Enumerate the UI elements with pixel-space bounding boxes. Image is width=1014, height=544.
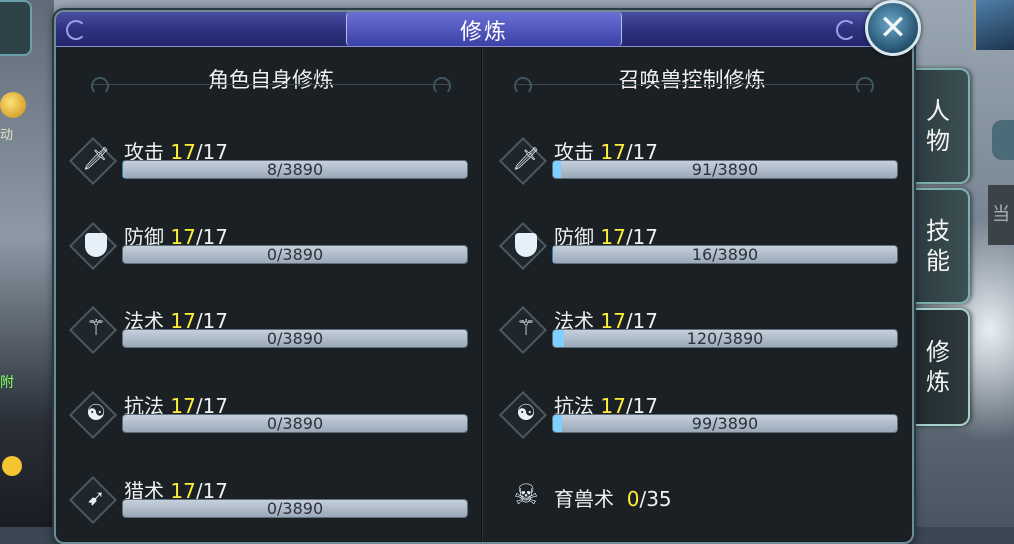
left-hud-strip bbox=[0, 0, 54, 527]
tab-skills[interactable]: 技 能 bbox=[908, 188, 970, 304]
heading-ornament bbox=[514, 77, 874, 99]
self-attack-row[interactable]: 🗡 攻击 17/17 8/3890 bbox=[68, 136, 476, 186]
exp-bar: 0/3890 bbox=[122, 499, 468, 518]
self-hunt-row[interactable]: ➹ 猎术 17/17 0/3890 bbox=[68, 475, 476, 525]
exp-bar: 91/3890 bbox=[552, 160, 898, 179]
self-magic-row[interactable]: ⚚ 法术 17/17 0/3890 bbox=[68, 305, 476, 355]
exp-bar: 99/3890 bbox=[552, 414, 898, 433]
skill-max: /35 bbox=[639, 487, 672, 511]
pet-breeding-row[interactable]: ☠ 育兽术 0/35 bbox=[506, 475, 906, 523]
pet-magic-row[interactable]: ⚚ 法术 17/17 120/3890 bbox=[498, 305, 906, 355]
exp-value: 0/3890 bbox=[266, 329, 324, 348]
right-hud-button[interactable] bbox=[992, 120, 1014, 160]
title-swirl-ornament bbox=[66, 20, 86, 40]
tab-cultivation-label-1: 修 bbox=[926, 338, 950, 366]
exp-value: 8/3890 bbox=[266, 160, 324, 179]
exp-bar: 0/3890 bbox=[122, 245, 468, 264]
exp-value: 91/3890 bbox=[691, 160, 759, 179]
exp-bar: 0/3890 bbox=[122, 414, 468, 433]
exp-value: 0/3890 bbox=[266, 499, 324, 518]
sword-icon: 🗡 bbox=[82, 147, 110, 172]
tab-character[interactable]: 人 物 bbox=[908, 68, 970, 184]
staff-icon: ⚚ bbox=[516, 316, 536, 341]
sword-icon: 🗡 bbox=[512, 147, 540, 172]
yinyang-icon: ☯ bbox=[516, 401, 536, 426]
column-divider bbox=[481, 48, 482, 542]
yinyang-icon: ☯ bbox=[86, 401, 106, 426]
shield-icon bbox=[78, 227, 114, 263]
close-icon: ✕ bbox=[878, 8, 908, 48]
left-green-text: 附 bbox=[0, 375, 14, 391]
exp-value: 16/3890 bbox=[691, 245, 759, 264]
exp-bar: 0/3890 bbox=[122, 329, 468, 348]
tab-cultivation[interactable]: 修 炼 bbox=[908, 308, 970, 426]
right-hud-label: 当 bbox=[988, 185, 1014, 245]
staff-icon: ⚚ bbox=[86, 316, 106, 341]
exp-value: 0/3890 bbox=[266, 245, 324, 264]
heading-ornament bbox=[91, 77, 451, 99]
pet-attack-row[interactable]: 🗡 攻击 17/17 91/3890 bbox=[498, 136, 906, 186]
title-plate: 修炼 bbox=[346, 12, 622, 46]
self-defense-row[interactable]: 防御 17/17 0/3890 bbox=[68, 221, 476, 271]
skill-label: 育兽术 0/35 bbox=[554, 483, 672, 512]
exp-bar: 16/3890 bbox=[552, 245, 898, 264]
panel-title: 修炼 bbox=[459, 20, 508, 45]
activity-coin-icon[interactable] bbox=[0, 92, 26, 118]
close-button[interactable]: ✕ bbox=[865, 0, 921, 56]
tab-cultivation-label-2: 炼 bbox=[926, 368, 950, 396]
skill-level: 0 bbox=[626, 487, 640, 511]
exp-value: 0/3890 bbox=[266, 414, 324, 433]
player-avatar[interactable] bbox=[974, 0, 1014, 50]
tab-character-label-1: 人 bbox=[926, 97, 950, 125]
pet-resist-row[interactable]: ☯ 抗法 17/17 99/3890 bbox=[498, 390, 906, 440]
tab-skills-label-1: 技 bbox=[926, 217, 950, 245]
exp-bar: 8/3890 bbox=[122, 160, 468, 179]
emoji-icon[interactable] bbox=[2, 456, 22, 476]
activity-label: 动 bbox=[0, 128, 14, 143]
title-swirl-ornament bbox=[836, 20, 856, 40]
skull-icon: ☠ bbox=[513, 478, 539, 511]
shield-icon bbox=[508, 227, 544, 263]
left-hud-button[interactable] bbox=[0, 0, 32, 56]
skill-name: 育兽术 bbox=[554, 487, 614, 511]
self-resist-row[interactable]: ☯ 抗法 17/17 0/3890 bbox=[68, 390, 476, 440]
exp-bar: 120/3890 bbox=[552, 329, 898, 348]
tab-skills-label-2: 能 bbox=[926, 247, 950, 275]
cultivation-panel: 修炼 角色自身修炼 🗡 攻击 17/17 8/3890 防御 17/17 0/3… bbox=[54, 10, 914, 544]
tab-character-label-2: 物 bbox=[926, 127, 950, 155]
pet-defense-row[interactable]: 防御 17/17 16/3890 bbox=[498, 221, 906, 271]
exp-value: 99/3890 bbox=[691, 414, 759, 433]
bow-icon: ➹ bbox=[86, 486, 106, 511]
exp-value: 120/3890 bbox=[686, 329, 764, 348]
title-bar: 修炼 bbox=[56, 12, 912, 47]
